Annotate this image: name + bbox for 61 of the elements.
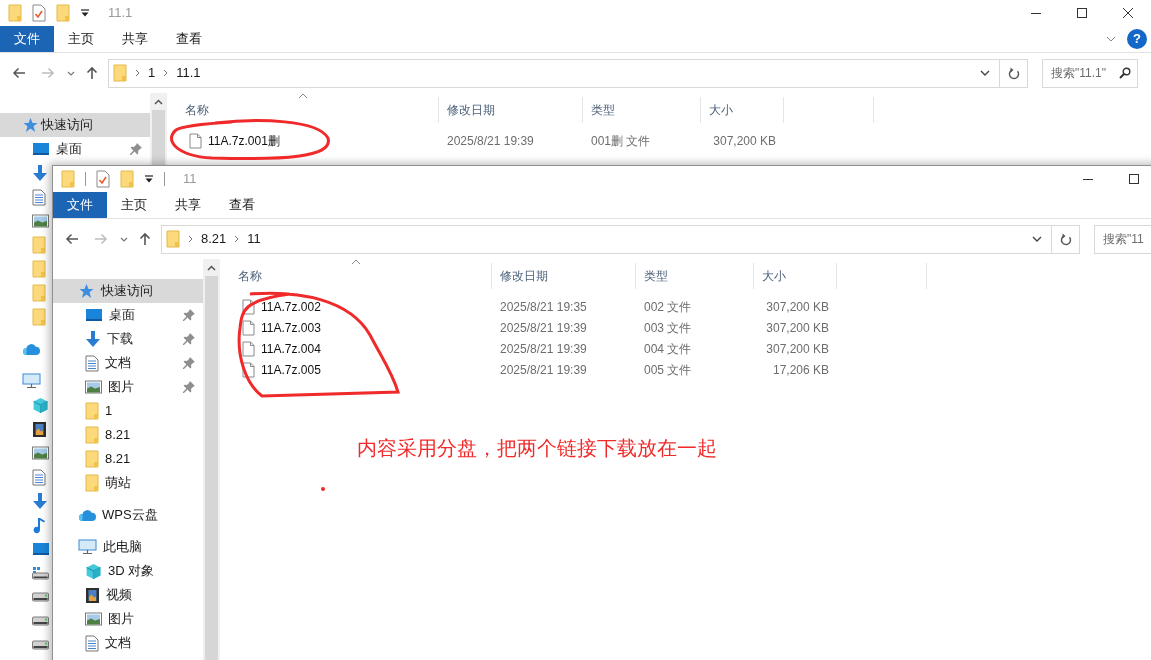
column-header[interactable]: 类型 <box>591 101 615 119</box>
window-title: 11 <box>183 170 197 189</box>
column-header[interactable]: 类型 <box>644 267 668 285</box>
ribbon-tab[interactable]: 主页 <box>54 26 108 52</box>
help-button[interactable]: ? <box>1127 29 1147 49</box>
ribbon-tab[interactable]: 查看 <box>162 26 216 52</box>
size-cell: 17,206 KB <box>772 362 829 377</box>
sidebar-item[interactable]: 快速访问 <box>53 279 203 303</box>
file-name[interactable]: 11A.7z.003 <box>261 318 321 337</box>
breadcrumb[interactable]: 8.21 <box>197 229 231 249</box>
sidebar-item[interactable]: 8.21 <box>53 423 135 447</box>
ribbon-tab[interactable]: 共享 <box>108 26 162 52</box>
sidebar-item[interactable]: 图片 <box>53 375 203 399</box>
sidebar-item[interactable]: 8.21 <box>53 447 135 471</box>
window-title: 11.1 <box>108 4 133 23</box>
sidebar-item[interactable]: 此电脑 <box>53 535 146 559</box>
search-field[interactable]: 搜索"11.1" <box>1042 58 1138 88</box>
sidebar-item[interactable]: 桌面 <box>53 303 203 327</box>
file-name[interactable]: 11A.7z.004 <box>261 339 321 358</box>
type-cell: 003 文件 <box>644 320 692 335</box>
column-header[interactable]: 名称 <box>238 267 262 285</box>
type-cell: 004 文件 <box>644 341 692 356</box>
file-name[interactable]: 11A.7z.001删 <box>208 131 280 150</box>
column-header[interactable]: 修改日期 <box>500 267 548 285</box>
size-cell: 307,200 KB <box>766 299 829 314</box>
sidebar-item[interactable]: 视频 <box>53 583 136 607</box>
sidebar-item[interactable]: 萌站 <box>53 471 135 495</box>
type-cell: 005 文件 <box>644 362 692 377</box>
file-name[interactable]: 11A.7z.002 <box>261 297 321 316</box>
date-cell: 2025/8/21 19:39 <box>500 362 587 377</box>
ribbon-tab[interactable]: 主页 <box>107 192 161 218</box>
size-cell: 307,200 KB <box>766 341 829 356</box>
sidebar-item[interactable]: 1 <box>53 399 117 423</box>
sidebar-item[interactable]: 3D 对象 <box>53 559 159 583</box>
sidebar-item[interactable]: 文档 <box>53 351 203 375</box>
column-header[interactable]: 修改日期 <box>447 101 495 119</box>
type-cell: 001删 文件 <box>591 133 651 148</box>
breadcrumb[interactable]: 1 <box>144 63 160 83</box>
column-header[interactable]: 名称 <box>185 101 209 119</box>
sidebar-item[interactable]: 文档 <box>53 631 135 655</box>
sidebar-item[interactable]: WPS云盘 <box>53 503 162 527</box>
date-cell: 2025/8/21 19:39 <box>500 320 587 335</box>
date-cell: 2025/8/21 19:35 <box>500 299 587 314</box>
breadcrumb[interactable]: 11.1 <box>172 63 205 83</box>
ribbon-tab[interactable]: 查看 <box>215 192 269 218</box>
sidebar-item[interactable]: 图片 <box>53 607 138 631</box>
annotation-text: 内容采用分盘，把两个链接下载放在一起 <box>357 436 717 461</box>
column-header[interactable]: 大小 <box>709 101 733 119</box>
date-cell: 2025/8/21 19:39 <box>447 133 534 148</box>
size-cell: 307,200 KB <box>766 320 829 335</box>
date-cell: 2025/8/21 19:39 <box>500 341 587 356</box>
file-name[interactable]: 11A.7z.005 <box>261 360 321 379</box>
sidebar-item[interactable]: 快速访问 <box>0 113 150 137</box>
sidebar-item[interactable]: 桌面 <box>0 137 150 161</box>
sidebar-item[interactable]: 下载 <box>53 327 203 351</box>
type-cell: 002 文件 <box>644 299 692 314</box>
search-field[interactable]: 搜索"11 <box>1094 224 1151 254</box>
ribbon-tab[interactable]: 共享 <box>161 192 215 218</box>
size-cell: 307,200 KB <box>713 133 776 148</box>
column-header[interactable]: 大小 <box>762 267 786 285</box>
breadcrumb[interactable]: 11 <box>243 229 265 249</box>
